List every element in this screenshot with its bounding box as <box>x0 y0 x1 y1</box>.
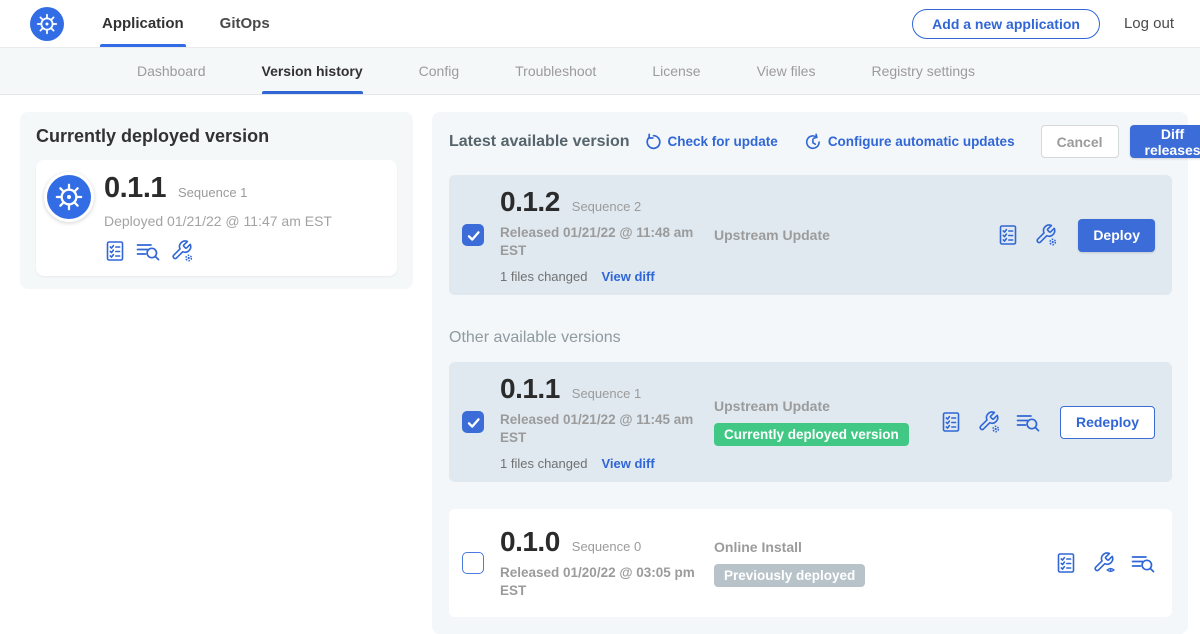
tab-application[interactable]: Application <box>100 0 186 47</box>
version-checkbox-unchecked[interactable] <box>462 552 484 574</box>
tab-gitops[interactable]: GitOps <box>218 0 272 47</box>
edit-config-icon[interactable] <box>1034 223 1058 247</box>
checkmark-icon <box>464 413 482 431</box>
sequence-label: Sequence 2 <box>572 199 641 214</box>
deploy-button[interactable]: Deploy <box>1078 219 1155 252</box>
subnav-tab-dashboard[interactable]: Dashboard <box>137 48 206 94</box>
version-number: 0.1.2 <box>500 186 560 218</box>
released-timestamp: Released 01/21/22 @ 11:48 am EST <box>500 224 700 259</box>
version-row-0-1-0: 0.1.0 Sequence 0 Released 01/20/22 @ 03:… <box>449 509 1172 617</box>
version-checkbox-checked[interactable] <box>462 411 484 433</box>
released-timestamp: Released 01/20/22 @ 03:05 pm EST <box>500 564 700 599</box>
released-timestamp: Released 01/21/22 @ 11:45 am EST <box>500 411 700 446</box>
previously-deployed-badge: Previously deployed <box>714 564 865 587</box>
version-number: 0.1.0 <box>500 526 560 558</box>
view-logs-icon[interactable] <box>1016 411 1040 433</box>
redeploy-button[interactable]: Redeploy <box>1060 406 1155 439</box>
subnav-tab-version-history[interactable]: Version history <box>262 48 363 94</box>
preflight-checks-icon[interactable] <box>940 411 962 433</box>
subnav-tab-view-files[interactable]: View files <box>757 48 816 94</box>
checkmark-icon <box>464 226 482 244</box>
app-logo <box>30 0 64 47</box>
check-for-update-link[interactable]: Check for update <box>644 133 778 151</box>
top-navigation: Application GitOps Add a new application… <box>0 0 1200 48</box>
files-changed-label: 1 files changed <box>500 269 587 284</box>
files-changed-label: 1 files changed <box>500 456 587 471</box>
sequence-label: Sequence 1 <box>572 386 641 401</box>
topnav-tabs: Application GitOps <box>100 0 304 47</box>
subnav-tab-troubleshoot[interactable]: Troubleshoot <box>515 48 596 94</box>
refresh-icon <box>644 133 662 151</box>
latest-version-title: Latest available version <box>449 133 630 151</box>
cancel-button[interactable]: Cancel <box>1041 125 1119 158</box>
version-row-0-1-1: 0.1.1 Sequence 1 Released 01/21/22 @ 11:… <box>449 362 1172 482</box>
app-subnav: Dashboard Version history Config Trouble… <box>0 48 1200 95</box>
edit-config-icon[interactable] <box>170 239 194 263</box>
add-new-application-button[interactable]: Add a new application <box>912 9 1100 39</box>
deployed-timestamp: Deployed 01/21/22 @ 11:47 am EST <box>104 213 383 229</box>
view-config-icon[interactable] <box>1092 551 1116 575</box>
preflight-checks-icon[interactable] <box>104 240 126 262</box>
version-row-0-1-2: 0.1.2 Sequence 2 Released 01/21/22 @ 11:… <box>449 175 1172 295</box>
edit-config-icon[interactable] <box>977 410 1001 434</box>
logout-link[interactable]: Log out <box>1124 15 1174 32</box>
diff-releases-button[interactable]: Diff releases <box>1130 125 1200 158</box>
currently-deployed-title: Currently deployed version <box>36 126 397 147</box>
view-logs-icon[interactable] <box>1131 552 1155 574</box>
version-source-label: Upstream Update <box>714 227 997 243</box>
currently-deployed-card: Currently deployed version 0.1.1 Sequenc… <box>20 112 413 289</box>
application-icon <box>44 172 94 222</box>
version-source-label: Upstream Update <box>714 398 940 414</box>
version-history-panel: Latest available version Check for updat… <box>432 112 1188 634</box>
version-number: 0.1.1 <box>500 373 560 405</box>
deployed-sequence-label: Sequence 1 <box>178 185 247 200</box>
version-source-label: Online Install <box>714 539 1055 555</box>
currently-deployed-badge: Currently deployed version <box>714 423 909 446</box>
configure-automatic-updates-link[interactable]: Configure automatic updates <box>804 133 1015 151</box>
kubernetes-logo-icon <box>30 7 64 41</box>
deployed-version-number: 0.1.1 <box>104 172 166 205</box>
view-diff-link[interactable]: View diff <box>601 269 654 284</box>
version-checkbox-checked[interactable] <box>462 224 484 246</box>
latest-version-header: Latest available version Check for updat… <box>449 125 1172 158</box>
subnav-tab-config[interactable]: Config <box>419 48 459 94</box>
subnav-tab-license[interactable]: License <box>652 48 700 94</box>
preflight-checks-icon[interactable] <box>997 224 1019 246</box>
other-available-versions-title: Other available versions <box>449 329 1172 347</box>
view-logs-icon[interactable] <box>136 240 160 262</box>
sequence-label: Sequence 0 <box>572 539 641 554</box>
schedule-icon <box>804 133 822 151</box>
view-diff-link[interactable]: View diff <box>601 456 654 471</box>
subnav-tab-registry-settings[interactable]: Registry settings <box>871 48 974 94</box>
preflight-checks-icon[interactable] <box>1055 552 1077 574</box>
deployed-version-panel: 0.1.1 Sequence 1 Deployed 01/21/22 @ 11:… <box>36 160 397 276</box>
